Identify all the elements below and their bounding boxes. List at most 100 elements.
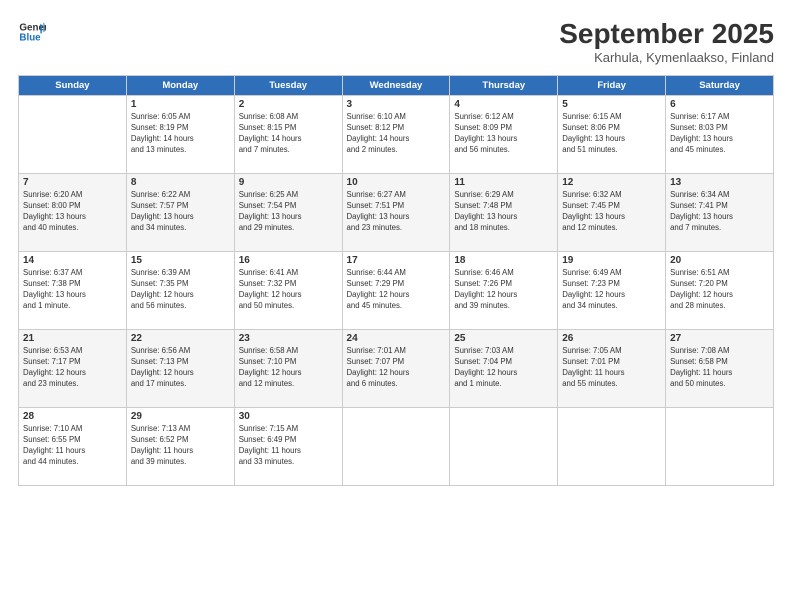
day-info: Sunrise: 7:03 AM Sunset: 7:04 PM Dayligh… bbox=[454, 346, 553, 390]
day-info: Sunrise: 6:41 AM Sunset: 7:32 PM Dayligh… bbox=[239, 268, 338, 312]
day-number: 17 bbox=[347, 255, 446, 266]
calendar-week-row: 28 Sunrise: 7:10 AM Sunset: 6:55 PM Dayli… bbox=[19, 408, 774, 486]
calendar-cell: 19Sunrise: 6:49 AM Sunset: 7:23 PM Dayli… bbox=[558, 252, 666, 330]
weekday-header: Saturday bbox=[666, 76, 774, 96]
calendar-week-row: 14 Sunrise: 6:37 AM Sunset: 7:38 PM Dayli… bbox=[19, 252, 774, 330]
weekday-header: Thursday bbox=[450, 76, 558, 96]
day-number: 10 bbox=[347, 177, 446, 188]
day-number: 18 bbox=[454, 255, 553, 266]
calendar-cell: 8 Sunrise: 6:22 AM Sunset: 7:57 PM Daylig… bbox=[126, 174, 234, 252]
calendar-cell: 17Sunrise: 6:44 AM Sunset: 7:29 PM Dayli… bbox=[342, 252, 450, 330]
calendar-cell: 4 Sunrise: 6:12 AM Sunset: 8:09 PM Daylig… bbox=[450, 96, 558, 174]
calendar-cell: 11 Sunrise: 6:29 AM Sunset: 7:48 PM Dayli… bbox=[450, 174, 558, 252]
day-info: Sunrise: 6:22 AM Sunset: 7:57 PM Dayligh… bbox=[131, 190, 230, 234]
day-number: 4 bbox=[454, 99, 553, 110]
calendar-cell: 26 Sunrise: 7:05 AM Sunset: 7:01 PM Dayli… bbox=[558, 330, 666, 408]
header-row: SundayMondayTuesdayWednesdayThursdayFrid… bbox=[19, 76, 774, 96]
calendar-cell: 10 Sunrise: 6:27 AM Sunset: 7:51 PM Dayli… bbox=[342, 174, 450, 252]
day-info: Sunrise: 6:08 AM Sunset: 8:15 PM Dayligh… bbox=[239, 112, 338, 156]
day-number: 1 bbox=[131, 99, 230, 110]
month-title: September 2025 bbox=[559, 18, 774, 50]
calendar-cell: 20Sunrise: 6:51 AM Sunset: 7:20 PM Dayli… bbox=[666, 252, 774, 330]
day-info: Sunrise: 6:20 AM Sunset: 8:00 PM Dayligh… bbox=[23, 190, 122, 234]
day-number: 2 bbox=[239, 99, 338, 110]
day-info: Sunrise: 7:13 AM Sunset: 6:52 PM Dayligh… bbox=[131, 424, 230, 468]
calendar-cell: 14 Sunrise: 6:37 AM Sunset: 7:38 PM Dayli… bbox=[19, 252, 127, 330]
logo: General Blue bbox=[18, 18, 46, 46]
calendar-cell: 2 Sunrise: 6:08 AM Sunset: 8:15 PM Daylig… bbox=[234, 96, 342, 174]
calendar-cell bbox=[450, 408, 558, 486]
calendar-cell: 1Sunrise: 6:05 AM Sunset: 8:19 PM Daylig… bbox=[126, 96, 234, 174]
day-info: Sunrise: 6:29 AM Sunset: 7:48 PM Dayligh… bbox=[454, 190, 553, 234]
calendar-cell: 3 Sunrise: 6:10 AM Sunset: 8:12 PM Daylig… bbox=[342, 96, 450, 174]
day-number: 5 bbox=[562, 99, 661, 110]
day-info: Sunrise: 6:25 AM Sunset: 7:54 PM Dayligh… bbox=[239, 190, 338, 234]
day-number: 30 bbox=[239, 411, 338, 422]
day-info: Sunrise: 6:34 AM Sunset: 7:41 PM Dayligh… bbox=[670, 190, 769, 234]
day-number: 19 bbox=[562, 255, 661, 266]
calendar-table: SundayMondayTuesdayWednesdayThursdayFrid… bbox=[18, 75, 774, 486]
svg-text:Blue: Blue bbox=[19, 32, 41, 43]
calendar-cell: 6 Sunrise: 6:17 AM Sunset: 8:03 PM Daylig… bbox=[666, 96, 774, 174]
day-number: 7 bbox=[23, 177, 122, 188]
calendar-cell: 13 Sunrise: 6:34 AM Sunset: 7:41 PM Dayli… bbox=[666, 174, 774, 252]
location-subtitle: Karhula, Kymenlaakso, Finland bbox=[559, 50, 774, 65]
day-info: Sunrise: 6:27 AM Sunset: 7:51 PM Dayligh… bbox=[347, 190, 446, 234]
day-info: Sunrise: 6:51 AM Sunset: 7:20 PM Dayligh… bbox=[670, 268, 769, 312]
day-number: 15 bbox=[131, 255, 230, 266]
calendar-cell: 18 Sunrise: 6:46 AM Sunset: 7:26 PM Dayli… bbox=[450, 252, 558, 330]
calendar-cell: 9Sunrise: 6:25 AM Sunset: 7:54 PM Daylig… bbox=[234, 174, 342, 252]
calendar-cell bbox=[666, 408, 774, 486]
day-number: 28 bbox=[23, 411, 122, 422]
calendar-cell bbox=[558, 408, 666, 486]
calendar-cell: 15 Sunrise: 6:39 AM Sunset: 7:35 PM Dayli… bbox=[126, 252, 234, 330]
calendar-cell: 24Sunrise: 7:01 AM Sunset: 7:07 PM Dayli… bbox=[342, 330, 450, 408]
day-number: 14 bbox=[23, 255, 122, 266]
day-info: Sunrise: 6:17 AM Sunset: 8:03 PM Dayligh… bbox=[670, 112, 769, 156]
logo-icon: General Blue bbox=[18, 18, 46, 46]
weekday-header: Wednesday bbox=[342, 76, 450, 96]
weekday-header: Tuesday bbox=[234, 76, 342, 96]
calendar-week-row: 1Sunrise: 6:05 AM Sunset: 8:19 PM Daylig… bbox=[19, 96, 774, 174]
day-number: 13 bbox=[670, 177, 769, 188]
calendar-cell: 30 Sunrise: 7:15 AM Sunset: 6:49 PM Dayli… bbox=[234, 408, 342, 486]
day-info: Sunrise: 7:15 AM Sunset: 6:49 PM Dayligh… bbox=[239, 424, 338, 468]
calendar-cell: 16 Sunrise: 6:41 AM Sunset: 7:32 PM Dayli… bbox=[234, 252, 342, 330]
calendar-week-row: 7 Sunrise: 6:20 AM Sunset: 8:00 PM Daylig… bbox=[19, 174, 774, 252]
calendar-cell: 12Sunrise: 6:32 AM Sunset: 7:45 PM Dayli… bbox=[558, 174, 666, 252]
title-block: September 2025 Karhula, Kymenlaakso, Fin… bbox=[559, 18, 774, 65]
day-number: 29 bbox=[131, 411, 230, 422]
day-info: Sunrise: 6:37 AM Sunset: 7:38 PM Dayligh… bbox=[23, 268, 122, 312]
day-number: 25 bbox=[454, 333, 553, 344]
calendar-cell bbox=[19, 96, 127, 174]
day-info: Sunrise: 6:46 AM Sunset: 7:26 PM Dayligh… bbox=[454, 268, 553, 312]
day-info: Sunrise: 7:10 AM Sunset: 6:55 PM Dayligh… bbox=[23, 424, 122, 468]
day-info: Sunrise: 6:53 AM Sunset: 7:17 PM Dayligh… bbox=[23, 346, 122, 390]
calendar-cell: 5Sunrise: 6:15 AM Sunset: 8:06 PM Daylig… bbox=[558, 96, 666, 174]
calendar-cell: 21Sunrise: 6:53 AM Sunset: 7:17 PM Dayli… bbox=[19, 330, 127, 408]
calendar-cell: 29 Sunrise: 7:13 AM Sunset: 6:52 PM Dayli… bbox=[126, 408, 234, 486]
day-info: Sunrise: 7:05 AM Sunset: 7:01 PM Dayligh… bbox=[562, 346, 661, 390]
calendar-cell: 7 Sunrise: 6:20 AM Sunset: 8:00 PM Daylig… bbox=[19, 174, 127, 252]
weekday-header: Friday bbox=[558, 76, 666, 96]
day-number: 16 bbox=[239, 255, 338, 266]
day-number: 26 bbox=[562, 333, 661, 344]
day-info: Sunrise: 6:10 AM Sunset: 8:12 PM Dayligh… bbox=[347, 112, 446, 156]
weekday-header: Monday bbox=[126, 76, 234, 96]
day-number: 6 bbox=[670, 99, 769, 110]
day-info: Sunrise: 6:32 AM Sunset: 7:45 PM Dayligh… bbox=[562, 190, 661, 234]
day-number: 23 bbox=[239, 333, 338, 344]
day-number: 8 bbox=[131, 177, 230, 188]
day-info: Sunrise: 6:12 AM Sunset: 8:09 PM Dayligh… bbox=[454, 112, 553, 156]
calendar-cell: 27 Sunrise: 7:08 AM Sunset: 6:58 PM Dayli… bbox=[666, 330, 774, 408]
day-number: 11 bbox=[454, 177, 553, 188]
day-number: 22 bbox=[131, 333, 230, 344]
day-info: Sunrise: 7:08 AM Sunset: 6:58 PM Dayligh… bbox=[670, 346, 769, 390]
calendar-cell bbox=[342, 408, 450, 486]
day-info: Sunrise: 6:39 AM Sunset: 7:35 PM Dayligh… bbox=[131, 268, 230, 312]
day-number: 27 bbox=[670, 333, 769, 344]
day-number: 3 bbox=[347, 99, 446, 110]
calendar-week-row: 21Sunrise: 6:53 AM Sunset: 7:17 PM Dayli… bbox=[19, 330, 774, 408]
day-number: 24 bbox=[347, 333, 446, 344]
calendar-cell: 23Sunrise: 6:58 AM Sunset: 7:10 PM Dayli… bbox=[234, 330, 342, 408]
